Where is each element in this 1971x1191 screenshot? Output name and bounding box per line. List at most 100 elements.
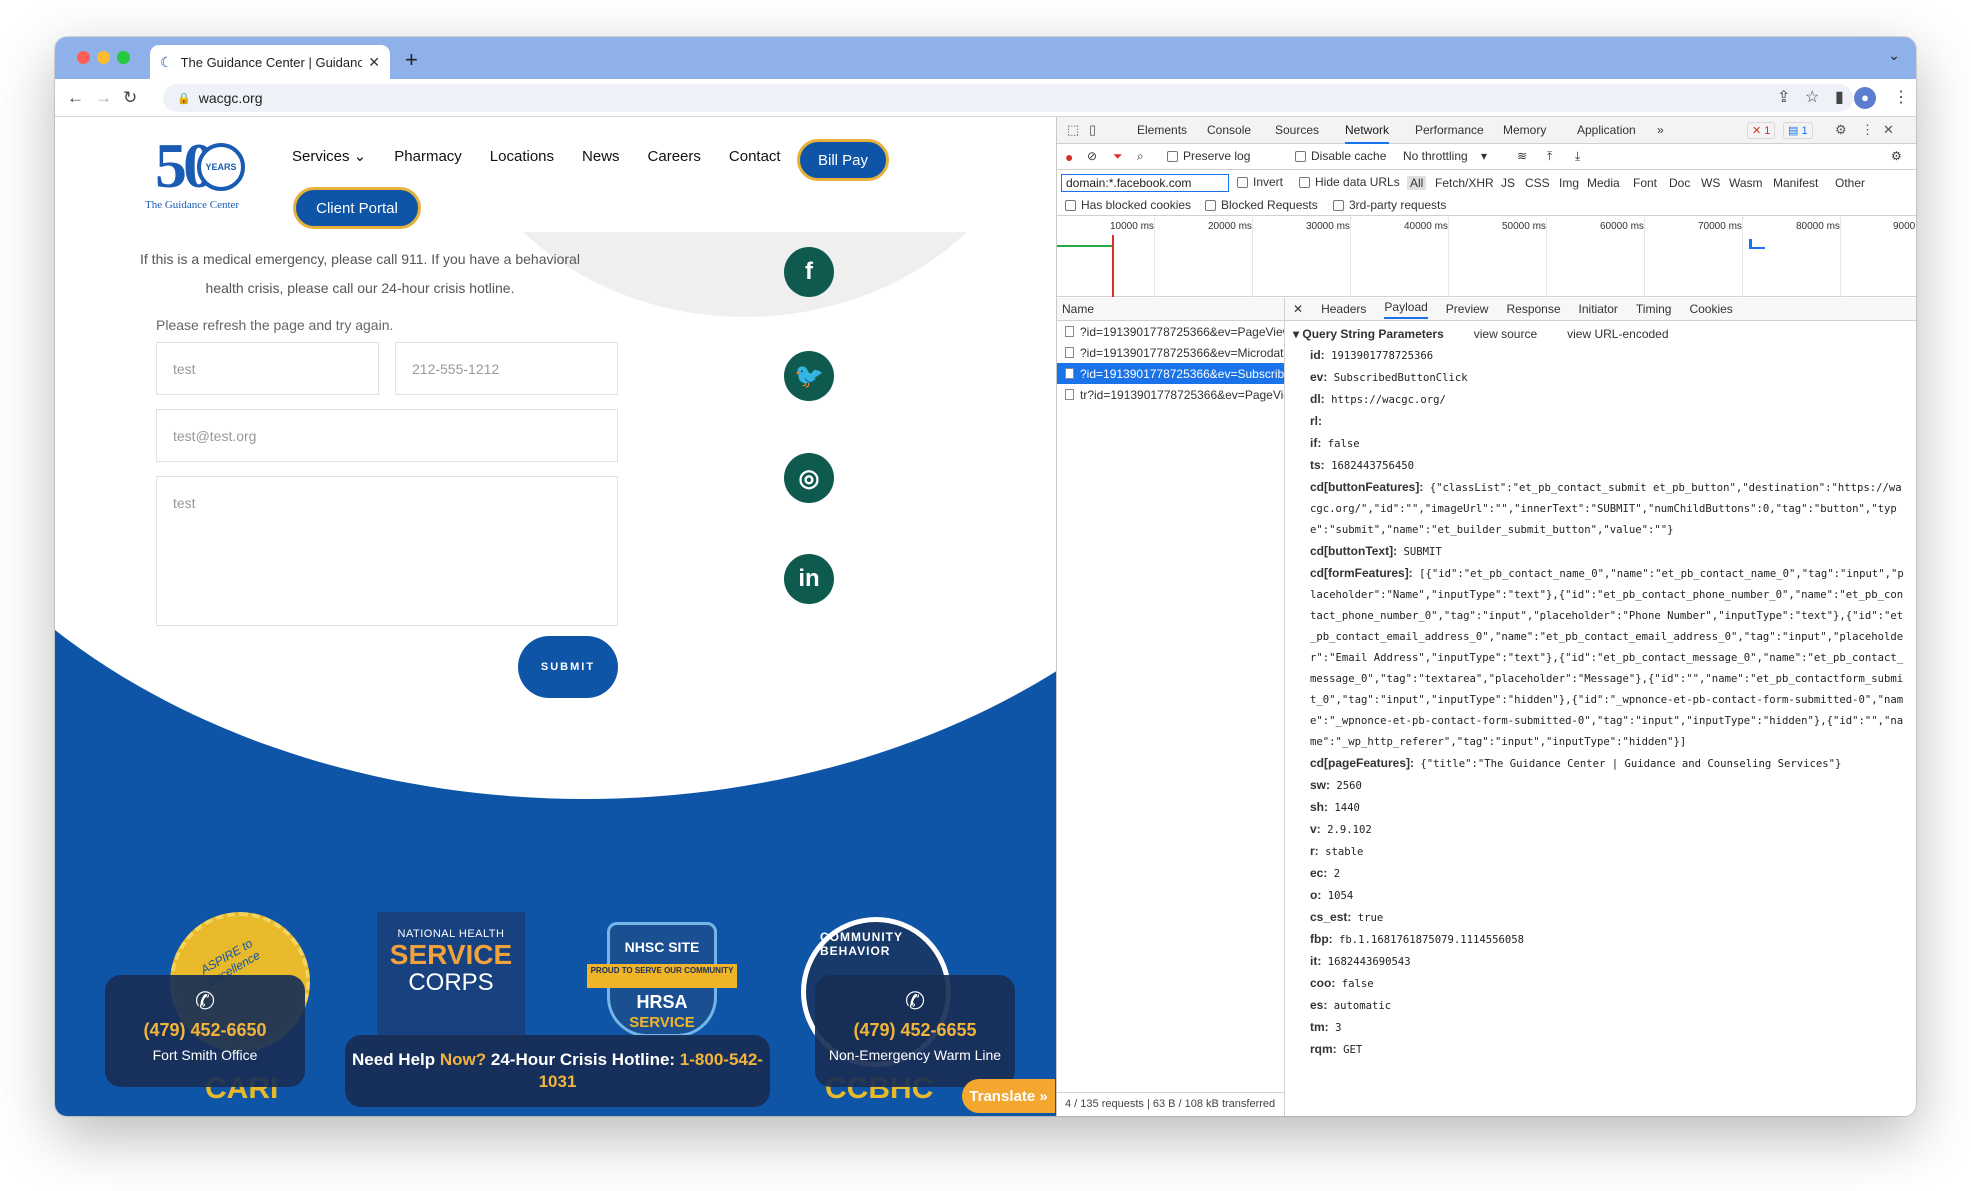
payload-param-row[interactable]: ev: SubscribedButtonClick xyxy=(1293,367,1907,389)
hide-data-urls-checkbox[interactable]: Hide data URLs xyxy=(1299,175,1400,189)
payload-param-row[interactable]: fbp: fb.1.1681761875079.1114556058 xyxy=(1293,929,1907,951)
filter-type-manifest[interactable]: Manifest xyxy=(1773,176,1818,190)
request-row[interactable]: ?id=1913901778725366&ev=PageView xyxy=(1057,321,1284,342)
export-har-icon[interactable]: ⤓ xyxy=(1575,149,1580,164)
filter-input[interactable]: domain:*.facebook.com xyxy=(1061,174,1229,192)
submit-button[interactable]: SUBMIT xyxy=(518,636,618,698)
browser-menu-icon[interactable]: ⋮ xyxy=(1893,87,1909,107)
payload-param-row[interactable]: cd[pageFeatures]: {"title":"The Guidance… xyxy=(1293,753,1907,775)
filter-type-fetch[interactable]: Fetch/XHR xyxy=(1435,176,1494,190)
crisis-hotline-banner[interactable]: Need Help Now? 24-Hour Crisis Hotline: 1… xyxy=(345,1035,770,1107)
payload-param-row[interactable]: cd[buttonFeatures]: {"classList":"et_pb_… xyxy=(1293,477,1907,541)
close-devtools-icon[interactable]: ✕ xyxy=(1883,122,1894,138)
lock-icon[interactable]: 🔒 xyxy=(177,92,191,105)
linkedin-icon[interactable]: in xyxy=(784,554,834,604)
filter-type-ws[interactable]: WS xyxy=(1701,176,1720,190)
third-party-checkbox[interactable]: 3rd-party requests xyxy=(1333,198,1446,212)
guidance-center-logo[interactable]: 50 YEARS The Guidance Center xyxy=(145,130,260,215)
tab-application[interactable]: Application xyxy=(1577,123,1636,137)
message-field[interactable]: test xyxy=(156,476,618,626)
call-warm-line-card[interactable]: ✆ (479) 452-6655 Non-Emergency Warm Line xyxy=(815,975,1015,1087)
request-row-selected[interactable]: ?id=1913901778725366&ev=SubscribedButton… xyxy=(1057,363,1284,384)
collapse-triangle-icon[interactable]: ▾ xyxy=(1293,327,1302,341)
instagram-icon[interactable]: ◎ xyxy=(784,453,834,503)
view-source-link[interactable]: view source xyxy=(1474,327,1537,341)
tab-sources[interactable]: Sources xyxy=(1275,123,1319,137)
email-field[interactable]: test@test.org xyxy=(156,409,618,462)
network-timeline[interactable]: 10000 ms 20000 ms 30000 ms 40000 ms 5000… xyxy=(1057,217,1916,297)
payload-param-row[interactable]: sh: 1440 xyxy=(1293,797,1907,819)
payload-param-row[interactable]: rl: xyxy=(1293,411,1907,433)
error-count-badge[interactable]: ✕ 1 xyxy=(1747,122,1776,139)
translate-button[interactable]: Translate » xyxy=(962,1079,1055,1113)
browser-tab[interactable]: ☾ The Guidance Center | Guidance ✕ xyxy=(150,45,390,79)
tab-performance[interactable]: Performance xyxy=(1415,123,1484,137)
devtools-menu-icon[interactable]: ⋮ xyxy=(1861,122,1874,138)
minimize-window-button[interactable] xyxy=(97,51,110,64)
name-field[interactable]: test xyxy=(156,342,379,395)
clear-icon[interactable]: ⊘ xyxy=(1087,149,1097,163)
payload-param-row[interactable]: dl: https://wacgc.org/ xyxy=(1293,389,1907,411)
request-row[interactable]: ?id=1913901778725366&ev=Microdata xyxy=(1057,342,1284,363)
message-count-badge[interactable]: ▤ 1 xyxy=(1783,122,1813,139)
query-string-header[interactable]: ▾ Query String Parameters view source vi… xyxy=(1293,327,1907,341)
filter-type-js[interactable]: JS xyxy=(1501,176,1515,190)
tab-headers[interactable]: Headers xyxy=(1321,302,1366,316)
payload-param-row[interactable]: ts: 1682443756450 xyxy=(1293,455,1907,477)
blocked-requests-checkbox[interactable]: Blocked Requests xyxy=(1205,198,1318,212)
client-portal-button[interactable]: Client Portal xyxy=(293,187,421,229)
tab-initiator[interactable]: Initiator xyxy=(1579,302,1618,316)
back-icon[interactable]: ← xyxy=(67,88,84,108)
side-panel-icon[interactable]: ▮ xyxy=(1835,87,1844,107)
menu-contact[interactable]: Contact xyxy=(729,148,781,165)
profile-avatar[interactable]: ● xyxy=(1854,87,1876,109)
menu-locations[interactable]: Locations xyxy=(490,148,554,165)
tab-cookies[interactable]: Cookies xyxy=(1689,302,1732,316)
menu-careers[interactable]: Careers xyxy=(648,148,701,165)
payload-param-row[interactable]: cd[buttonText]: SUBMIT xyxy=(1293,541,1907,563)
filter-type-wasm[interactable]: Wasm xyxy=(1729,176,1763,190)
tab-console[interactable]: Console xyxy=(1207,123,1251,137)
network-conditions-icon[interactable]: ≋ xyxy=(1517,149,1527,163)
filter-type-media[interactable]: Media xyxy=(1587,176,1620,190)
menu-services[interactable]: Services ⌄ xyxy=(292,147,366,165)
payload-param-row[interactable]: v: 2.9.102 xyxy=(1293,819,1907,841)
filter-type-css[interactable]: CSS xyxy=(1525,176,1550,190)
search-icon[interactable]: ⌕ xyxy=(1137,149,1144,164)
filter-icon[interactable]: ⏷ xyxy=(1113,149,1123,164)
name-column-header[interactable]: Name xyxy=(1057,298,1284,321)
throttling-select[interactable]: No throttling ▾ xyxy=(1403,149,1487,163)
payload-param-row[interactable]: sw: 2560 xyxy=(1293,775,1907,797)
menu-news[interactable]: News xyxy=(582,148,620,165)
more-tabs-icon[interactable]: » xyxy=(1657,123,1664,137)
record-icon[interactable]: ● xyxy=(1065,149,1073,165)
url-input[interactable]: 🔒 wacgc.org xyxy=(163,84,1853,112)
tab-timing[interactable]: Timing xyxy=(1636,302,1672,316)
filter-type-font[interactable]: Font xyxy=(1633,176,1657,190)
payload-param-row[interactable]: cd[formFeatures]: [{"id":"et_pb_contact_… xyxy=(1293,563,1907,753)
filter-type-all[interactable]: All xyxy=(1407,176,1427,190)
payload-param-row[interactable]: if: false xyxy=(1293,433,1907,455)
close-tab-icon[interactable]: ✕ xyxy=(368,54,380,71)
close-window-button[interactable] xyxy=(77,51,90,64)
facebook-icon[interactable]: f xyxy=(784,247,834,297)
blocked-cookies-checkbox[interactable]: Has blocked cookies xyxy=(1065,198,1191,212)
bill-pay-button[interactable]: Bill Pay xyxy=(797,139,889,181)
network-settings-icon[interactable]: ⚙ xyxy=(1891,149,1902,163)
menu-pharmacy[interactable]: Pharmacy xyxy=(394,148,462,165)
disable-cache-checkbox[interactable]: Disable cache xyxy=(1295,149,1386,163)
filter-type-img[interactable]: Img xyxy=(1559,176,1579,190)
inspect-element-icon[interactable]: ⬚ xyxy=(1067,122,1079,138)
invert-checkbox[interactable]: Invert xyxy=(1237,175,1283,189)
request-row[interactable]: tr?id=1913901778725366&ev=PageView xyxy=(1057,384,1284,405)
import-har-icon[interactable]: ⤒ xyxy=(1547,149,1552,164)
bookmark-star-icon[interactable]: ☆ xyxy=(1805,87,1819,107)
payload-param-row[interactable]: o: 1054 xyxy=(1293,885,1907,907)
payload-param-row[interactable]: ec: 2 xyxy=(1293,863,1907,885)
filter-type-doc[interactable]: Doc xyxy=(1669,176,1690,190)
filter-type-other[interactable]: Other xyxy=(1835,176,1865,190)
payload-param-row[interactable]: rqm: GET xyxy=(1293,1039,1907,1061)
twitter-icon[interactable]: 🐦 xyxy=(784,351,834,401)
payload-param-row[interactable]: cs_est: true xyxy=(1293,907,1907,929)
preserve-log-checkbox[interactable]: Preserve log xyxy=(1167,149,1250,163)
